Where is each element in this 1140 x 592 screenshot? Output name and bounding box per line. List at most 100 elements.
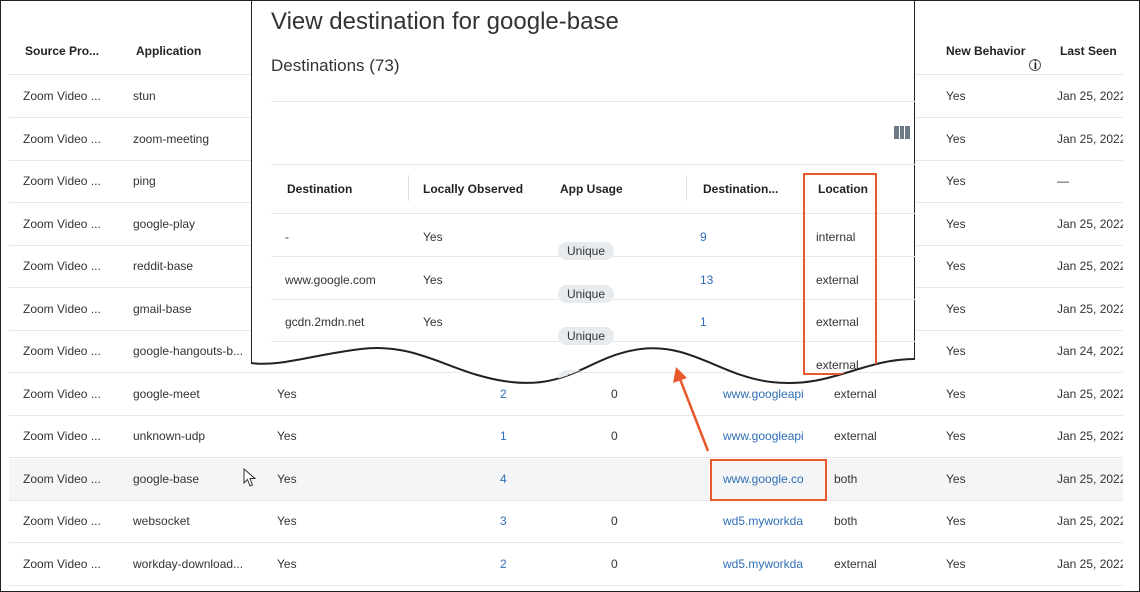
cell-application: google-play (133, 216, 196, 231)
header-application[interactable]: Application (136, 44, 201, 58)
modal-subtitle: Destinations (73) (271, 56, 400, 75)
modal-cell-destination: - (285, 230, 289, 244)
cell-new-behavior: Yes (946, 344, 966, 358)
modal-cell-count-link[interactable]: 9 (700, 230, 707, 244)
cell-last-seen: Jan 24, 2022 (1057, 344, 1123, 358)
view-destination-modal: View destination for google-base Destina… (251, 0, 915, 389)
modal-title: View destination for google-base (271, 8, 619, 35)
highlight-location-box (803, 173, 877, 375)
table-row[interactable]: Zoom Video ...workday-download...YesUniq… (9, 544, 1123, 586)
cell-last-seen: Jan 25, 2022 (1057, 301, 1123, 316)
cell-last-seen: Jan 25, 2022 (1057, 89, 1123, 103)
modal-cell-locally-observed: Yes (423, 315, 443, 329)
cell-destination-link[interactable]: wd5.myworkda (723, 557, 807, 571)
cell-source: Zoom Video ... (23, 429, 101, 443)
modal-header-destination-count[interactable]: Destination... (703, 182, 778, 196)
cell-new-behavior: Yes (946, 259, 966, 273)
cell-application: websocket (133, 514, 190, 528)
cell-new-behavior: Yes (946, 386, 966, 401)
cell-source: Zoom Video ... (23, 174, 101, 188)
cell-destinations-link[interactable]: 3 (500, 514, 507, 528)
modal-cell-destination: gcdn.2mdn.net (285, 315, 365, 329)
cell-source: Zoom Video ... (23, 344, 101, 358)
header-new-behavior[interactable]: New Behavior i (946, 44, 1042, 71)
cell-last-seen: Jan 25, 2022 (1057, 259, 1123, 273)
modal-cell-locally-observed: Yes (423, 272, 443, 287)
cell-source: Zoom Video ... (23, 556, 101, 571)
column-separator[interactable] (686, 175, 687, 201)
modal-header-locally-observed[interactable]: Locally Observed (423, 182, 523, 196)
cell-application: workday-download... (133, 556, 244, 571)
mouse-cursor-icon (243, 468, 257, 487)
cell-last-seen: Jan 25, 2022 (1057, 471, 1123, 486)
table-row[interactable]: Zoom Video ...unknown-udpYesUnique10www.… (9, 416, 1123, 458)
info-icon[interactable]: i (1029, 59, 1042, 71)
cell-new-behavior: Yes (946, 301, 966, 316)
cell-count: 0 (611, 514, 618, 528)
cell-application: google-meet (133, 386, 200, 401)
table-row[interactable]: Zoom Video ...google-baseYesUnique412!ww… (9, 458, 1123, 501)
cell-source: Zoom Video ... (23, 131, 101, 146)
cell-new-behavior: Yes (946, 556, 966, 571)
cell-count: 0 (611, 429, 618, 443)
modal-cell-destination: www.google.com (285, 272, 376, 287)
cell-application: zoom-meeting (133, 131, 210, 146)
cell-application: reddit-base (133, 259, 194, 273)
divider (271, 101, 915, 102)
cell-application: google-hangouts-b... (133, 344, 244, 358)
cell-source: Zoom Video ... (23, 89, 101, 103)
modal-header-destination[interactable]: Destination (287, 182, 352, 196)
cell-locally-observed: Yes (277, 471, 297, 486)
modal-cell-locally-observed: Yes (423, 230, 443, 244)
modal-cell-count-link[interactable]: 13 (700, 273, 713, 287)
header-source[interactable]: Source Pro... (25, 44, 99, 58)
cell-last-seen: — (1057, 174, 1069, 188)
cell-new-behavior: Yes (946, 89, 966, 103)
cell-new-behavior: Yes (946, 174, 966, 188)
cell-location: external (834, 556, 877, 571)
cell-destination-link[interactable]: wd5.myworkda (723, 514, 807, 528)
cell-locally-observed: Yes (277, 429, 297, 443)
cell-destination-link[interactable]: www.googleapi (723, 429, 807, 443)
cell-source: Zoom Video ... (23, 301, 101, 316)
column-separator[interactable] (408, 175, 409, 201)
cell-application: gmail-base (133, 301, 192, 316)
cell-application: google-base (133, 471, 200, 486)
cell-application: ping (133, 174, 156, 188)
cell-last-seen: Jan 25, 2022 (1057, 216, 1123, 231)
cell-new-behavior: Yes (946, 131, 966, 146)
cell-new-behavior: Yes (946, 429, 966, 443)
cell-last-seen: Jan 25, 2022 (1057, 429, 1123, 443)
cell-destinations-link[interactable]: 4 (500, 472, 507, 486)
modal-header-app-usage[interactable]: App Usage (560, 182, 623, 196)
cell-new-behavior: Yes (946, 216, 966, 231)
cell-destinations-link[interactable]: 2 (500, 557, 507, 571)
highlight-destination-box (710, 459, 827, 501)
cell-source: Zoom Video ... (23, 514, 101, 528)
cell-new-behavior: Yes (946, 514, 966, 528)
modal-content: View destination for google-base Destina… (251, 0, 915, 389)
cell-count: 0 (611, 556, 618, 571)
cell-new-behavior: Yes (946, 471, 966, 486)
cell-source: Zoom Video ... (23, 386, 101, 401)
table-row[interactable]: Zoom Video ...websocketYesUnique30wd5.my… (9, 501, 1123, 543)
cell-application: unknown-udp (133, 429, 206, 443)
modal-cell-count-link[interactable]: 1 (700, 315, 707, 329)
cell-location: external (834, 429, 877, 443)
header-last-seen[interactable]: Last Seen (1060, 44, 1117, 58)
header-new-behavior-label: New Behavior (946, 44, 1026, 58)
cell-source: Zoom Video ... (23, 471, 101, 486)
cell-source: Zoom Video ... (23, 259, 101, 273)
cell-last-seen: Jan 25, 2022 (1057, 131, 1123, 146)
cell-application: stun (133, 89, 156, 103)
cell-location: both (834, 514, 858, 528)
cell-last-seen: Jan 25, 2022 (1057, 556, 1123, 571)
cell-locally-observed: Yes (277, 556, 297, 571)
cell-destinations-link[interactable]: 1 (500, 429, 507, 443)
cell-last-seen: Jan 25, 2022 (1057, 386, 1123, 401)
cell-locally-observed: Yes (277, 514, 297, 528)
cell-location: both (834, 471, 858, 486)
cell-last-seen: Jan 25, 2022 (1057, 514, 1123, 528)
cell-source: Zoom Video ... (23, 216, 101, 231)
columns-icon[interactable] (894, 126, 910, 139)
